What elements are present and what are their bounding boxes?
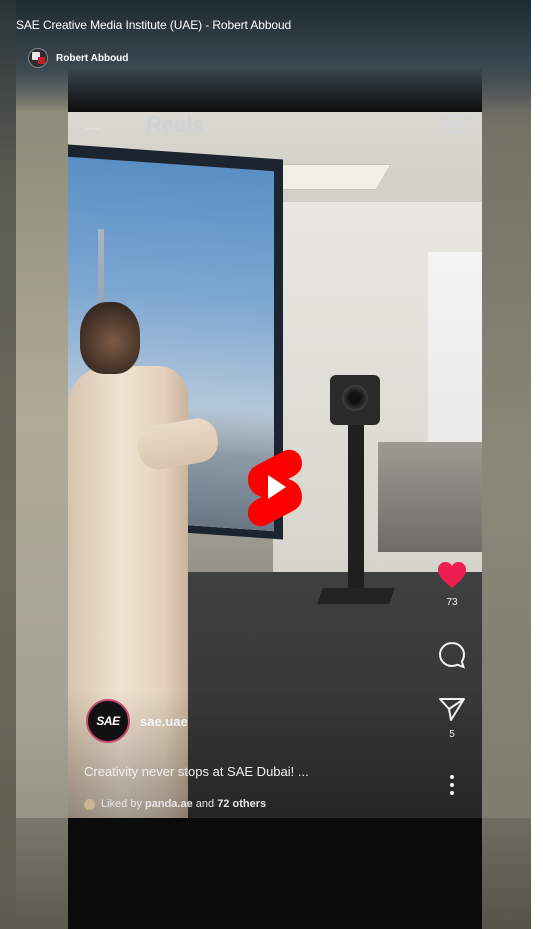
liked-user-avatar-icon [84, 798, 95, 810]
account-name[interactable]: sae.uae [140, 714, 188, 729]
like-action[interactable]: 73 [432, 560, 472, 608]
page-margin-right [531, 0, 543, 929]
person-head [80, 302, 140, 374]
blurred-bottom-left [16, 818, 68, 929]
speaker-cone [342, 385, 368, 411]
speaker-stand-base [317, 588, 395, 604]
post-caption[interactable]: Creativity never stops at SAE Dubai! ... [84, 764, 384, 779]
reels-title: Reels [146, 112, 205, 137]
share-count: 5 [449, 729, 455, 740]
channel-avatar-icon[interactable] [28, 48, 48, 68]
heart-icon[interactable] [436, 560, 468, 590]
video-title[interactable]: SAE Creative Media Institute (UAE) - Rob… [16, 18, 486, 32]
channel-name[interactable]: Robert Abboud [56, 53, 128, 64]
channel-link[interactable]: Robert Abboud [28, 48, 128, 68]
speaker-stand [348, 425, 364, 600]
like-count: 73 [446, 597, 458, 608]
desk [378, 442, 482, 552]
comment-icon[interactable] [437, 640, 467, 670]
more-vertical-icon[interactable] [447, 774, 457, 796]
liked-mid: and [192, 798, 218, 810]
video-letterbox-bottom [68, 818, 482, 929]
youtube-shorts-logo-icon[interactable] [244, 447, 306, 527]
reels-header: ← Reels [80, 110, 470, 140]
comment-action[interactable] [432, 640, 472, 675]
ceiling-light [266, 164, 392, 190]
liked-by[interactable]: Liked by panda.ae and 72 others [84, 796, 384, 812]
share-action[interactable]: 5 [432, 696, 472, 740]
liked-user[interactable]: panda.ae [145, 798, 193, 810]
reel-actions: 73 5 [432, 560, 472, 800]
liked-others[interactable]: 72 others [217, 798, 266, 810]
account-avatar[interactable]: SAE [86, 699, 130, 743]
blurred-side-left-edge [0, 0, 16, 929]
studio-speaker [330, 375, 380, 425]
liked-prefix: Liked by [101, 798, 146, 810]
back-arrow-icon[interactable]: ← [80, 111, 110, 137]
camera-icon[interactable] [444, 112, 470, 134]
blurred-bottom-right [482, 818, 531, 929]
more-options[interactable] [432, 774, 472, 801]
youtube-shorts-player: SAE Creative Media Institute (UAE) - Rob… [0, 0, 543, 929]
post-account[interactable]: SAE sae.uae [86, 698, 188, 744]
liked-by-text[interactable]: Liked by panda.ae and 72 others [101, 798, 266, 810]
send-icon[interactable] [437, 696, 467, 722]
